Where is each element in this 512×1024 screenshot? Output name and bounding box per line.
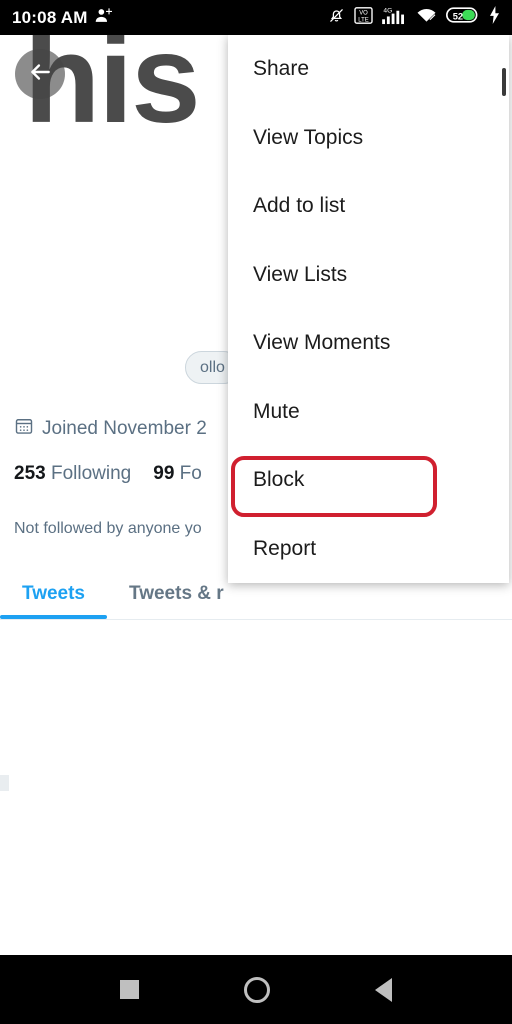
recents-square-icon[interactable]: [120, 980, 139, 999]
back-triangle-icon[interactable]: [375, 977, 392, 1002]
menu-item-label: View Lists: [253, 262, 348, 286]
menu-item-share[interactable]: Share: [228, 35, 509, 104]
profile-stats: 253 Following 99 Fo: [14, 463, 202, 485]
wifi-icon: [416, 7, 437, 29]
tab-tweets-label: Tweets: [22, 582, 86, 604]
back-arrow-icon: [27, 59, 53, 90]
svg-text:VO: VO: [359, 10, 368, 16]
home-circle-icon[interactable]: [244, 976, 270, 1003]
status-bar-left: 10:08 AM: [12, 7, 112, 29]
joined-date: Joined November 2: [14, 416, 207, 442]
follow-button-label: ollo: [200, 358, 225, 376]
menu-item-add-to-list[interactable]: Add to list: [228, 172, 509, 241]
back-button[interactable]: [15, 49, 65, 99]
phone-screen: 10:08 AM VO LTE 4G 52 his ollo Joined No…: [0, 0, 512, 1024]
not-followed-note: Not followed by anyone yo: [14, 520, 202, 537]
menu-item-label: Report: [253, 536, 317, 560]
svg-text:4G: 4G: [383, 7, 392, 14]
battery-icon: 52: [446, 6, 480, 29]
tab-tweets-and-replies[interactable]: Tweets & r: [107, 568, 246, 619]
android-navigation-bar: [0, 955, 512, 1024]
menu-item-mute[interactable]: Mute: [228, 378, 509, 447]
followers-stat[interactable]: 99 Fo: [153, 463, 202, 485]
following-label: Following: [50, 463, 132, 484]
followers-label: Fo: [179, 463, 202, 484]
signal-bars-icon: 4G: [382, 6, 407, 30]
status-bar-right: VO LTE 4G 52: [328, 6, 500, 30]
menu-item-view-topics[interactable]: View Topics: [228, 104, 509, 173]
joined-text: Joined November 2: [42, 418, 207, 439]
followers-count: 99: [153, 463, 175, 484]
menu-item-view-moments[interactable]: View Moments: [228, 309, 509, 378]
menu-item-view-lists[interactable]: View Lists: [228, 241, 509, 310]
menu-item-block[interactable]: Block: [228, 446, 509, 515]
svg-text:52: 52: [453, 11, 463, 21]
menu-item-label: View Topics: [253, 125, 364, 149]
menu-item-label: Add to list: [253, 194, 346, 218]
following-count: 253: [14, 463, 46, 484]
menu-item-label: Block: [253, 468, 305, 492]
menu-item-label: View Moments: [253, 331, 391, 355]
charging-bolt-icon: [489, 6, 500, 29]
svg-text:LTE: LTE: [358, 17, 368, 23]
volte-icon: VO LTE: [354, 6, 373, 29]
menu-scrollbar[interactable]: [502, 68, 506, 96]
menu-item-label: Share: [253, 57, 310, 81]
status-clock: 10:08 AM: [12, 7, 88, 27]
status-bar: 10:08 AM VO LTE 4G 52: [0, 0, 512, 35]
tab-tweets-and-replies-label: Tweets & r: [129, 582, 224, 604]
tab-tweets[interactable]: Tweets: [0, 568, 108, 619]
menu-item-label: Mute: [253, 399, 300, 423]
add-person-icon: [95, 7, 112, 29]
calendar-icon: [14, 416, 34, 442]
tweet-feed: [0, 620, 512, 986]
menu-item-report[interactable]: Report: [228, 515, 509, 584]
following-stat[interactable]: 253 Following: [14, 463, 131, 485]
overflow-menu: Share View Topics Add to list View Lists…: [228, 35, 509, 583]
notifications-off-icon: [328, 7, 345, 29]
feed-edge-marker: [0, 775, 9, 791]
